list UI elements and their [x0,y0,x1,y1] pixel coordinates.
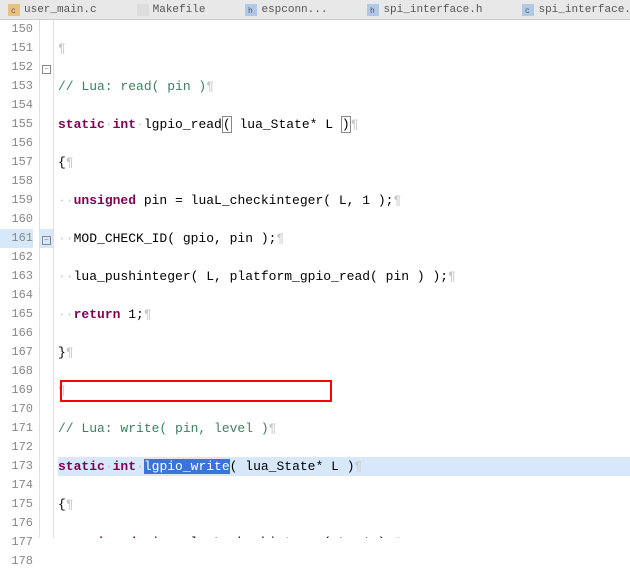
line-number: 169 [0,381,33,400]
line-number: 165 [0,305,33,324]
line-number: 174 [0,476,33,495]
tab-label: Makefile [153,4,206,16]
line-number-gutter: 150 151 152 153 154 155 156 157 158 159 … [0,20,40,538]
line-number: 171 [0,419,33,438]
line-number: 150 [0,20,33,39]
code-area[interactable]: ¶ // Lua: read( pin )¶ static·int·lgpio_… [54,20,630,538]
c-file-icon: c [8,4,20,16]
tab-label: spi_interface.c [538,4,630,16]
tab-label: spi_interface.h [383,4,482,16]
svg-text:h: h [370,7,375,16]
file-icon [137,4,149,16]
tab-label: espconn... [261,4,327,16]
fold-toggle[interactable]: − [42,236,51,245]
line-number: 176 [0,514,33,533]
svg-text:c: c [525,7,530,16]
line-number: 173 [0,457,33,476]
line-number: 162 [0,248,33,267]
c-file-icon: c [522,4,534,16]
tab-makefile[interactable]: Makefile [137,4,206,16]
tab-bar: c user_main.c Makefile h espconn... h sp… [0,0,630,20]
line-number: 178 [0,552,33,571]
h-file-icon: h [367,4,379,16]
line-number: 155 [0,115,33,134]
line-number: 151 [0,39,33,58]
tab-user-main[interactable]: c user_main.c [8,4,97,16]
line-number: 170 [0,400,33,419]
svg-text:h: h [248,7,253,16]
line-number: 166 [0,324,33,343]
tab-spi-h[interactable]: h spi_interface.h [367,4,482,16]
line-number: 172 [0,438,33,457]
line-number: 153 [0,77,33,96]
code-editor[interactable]: 150 151 152 153 154 155 156 157 158 159 … [0,20,630,538]
line-number: 161 [0,229,33,248]
tab-spi-c[interactable]: c spi_interface.c [522,4,630,16]
line-number: 158 [0,172,33,191]
line-number: 159 [0,191,33,210]
line-number: 177 [0,533,33,552]
fold-toggle[interactable]: − [42,65,51,74]
line-number: 152 [0,58,33,77]
line-number: 164 [0,286,33,305]
tab-label: user_main.c [24,4,97,16]
tab-espconn[interactable]: h espconn... [245,4,327,16]
svg-text:c: c [11,7,16,16]
line-number: 168 [0,362,33,381]
selected-text: lgpio_write [144,459,230,474]
line-number: 156 [0,134,33,153]
line-number: 157 [0,153,33,172]
line-number: 154 [0,96,33,115]
h-file-icon: h [245,4,257,16]
line-number: 175 [0,495,33,514]
line-number: 163 [0,267,33,286]
line-number: 160 [0,210,33,229]
fold-gutter: − − [40,20,54,538]
line-number: 167 [0,343,33,362]
